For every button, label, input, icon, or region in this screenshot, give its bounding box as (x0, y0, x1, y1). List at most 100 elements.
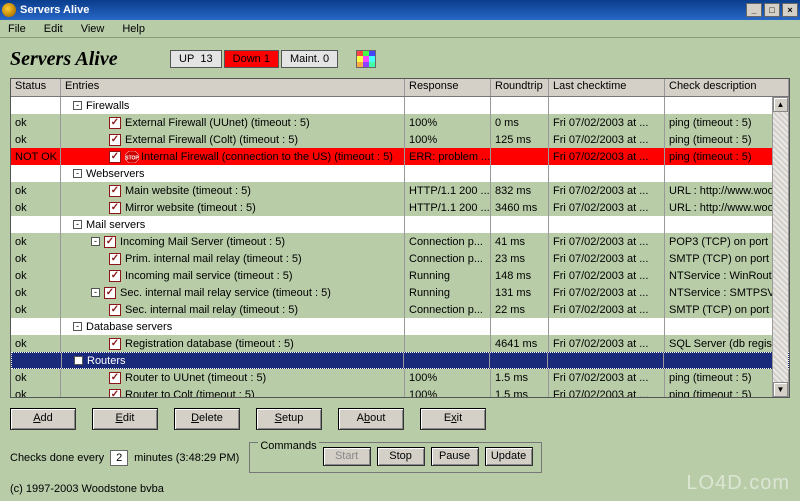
response-cell (404, 353, 490, 368)
stop-button[interactable]: Stop (377, 447, 425, 466)
menu-edit[interactable]: Edit (40, 22, 67, 36)
brand-title: Servers Alive (10, 48, 160, 71)
entry-name: Internal Firewall (connection to the US)… (141, 151, 393, 163)
menubar: File Edit View Help (0, 20, 800, 38)
server-row[interactable]: ok✓Prim. internal mail relay (timeout : … (11, 250, 789, 267)
checktime-cell (549, 318, 665, 335)
roundtrip-cell (491, 318, 549, 335)
response-cell (405, 97, 491, 114)
close-button[interactable]: × (782, 3, 798, 17)
expander-icon[interactable]: - (91, 288, 100, 297)
checkbox-icon[interactable]: ✓ (109, 117, 121, 129)
checkbox-icon[interactable]: ✓ (109, 304, 121, 316)
checkbox-icon[interactable]: ✓ (109, 270, 121, 282)
grid-body[interactable]: -Firewallsok✓External Firewall (UUnet) (… (11, 97, 789, 397)
description-cell: URL : http://www.woo... (665, 199, 789, 216)
col-entries[interactable]: Entries (61, 79, 405, 96)
commands-fieldset: Commands Start Stop Pause Update (249, 442, 541, 473)
server-row[interactable]: ok✓Main website (timeout : 5)HTTP/1.1 20… (11, 182, 789, 199)
col-description[interactable]: Check description (665, 79, 789, 96)
checkbox-icon[interactable]: ✓ (109, 134, 121, 146)
roundtrip-cell (491, 216, 549, 233)
server-row[interactable]: ok✓External Firewall (UUnet) (timeout : … (11, 114, 789, 131)
checktime-cell: Fri 07/02/2003 at ... (549, 131, 665, 148)
expander-icon[interactable]: - (73, 101, 82, 110)
delete-button[interactable]: Delete (174, 408, 240, 430)
edit-button[interactable]: Edit (92, 408, 158, 430)
update-button[interactable]: Update (485, 447, 533, 466)
server-row[interactable]: ok✓Mirror website (timeout : 5)HTTP/1.1 … (11, 199, 789, 216)
status-cell: ok (11, 284, 61, 301)
expander-icon[interactable]: - (91, 237, 100, 246)
about-button[interactable]: About (338, 408, 404, 430)
checkbox-icon[interactable]: ✓ (109, 253, 121, 265)
server-row[interactable]: ok✓Router to UUnet (timeout : 5)100%1.5 … (11, 369, 789, 386)
entry-cell: ✓Incoming mail service (timeout : 5) (61, 267, 405, 284)
entry-cell: ✓Sec. internal mail relay (timeout : 5) (61, 301, 405, 318)
menu-view[interactable]: View (77, 22, 109, 36)
watermark: LO4D.com (686, 472, 790, 495)
roundtrip-cell: 41 ms (491, 233, 549, 250)
col-response[interactable]: Response (405, 79, 491, 96)
interval-input[interactable] (110, 450, 128, 466)
start-button[interactable]: Start (323, 447, 371, 466)
menu-help[interactable]: Help (118, 22, 149, 36)
stat-maint: Maint. 0 (281, 50, 338, 68)
col-roundtrip[interactable]: Roundtrip (491, 79, 549, 96)
group-row[interactable]: -Routers (11, 352, 789, 369)
group-row[interactable]: -Webservers (11, 165, 789, 182)
group-row[interactable]: -Database servers (11, 318, 789, 335)
server-row[interactable]: ok✓Incoming mail service (timeout : 5)Ru… (11, 267, 789, 284)
scroll-up-icon[interactable]: ▲ (773, 97, 788, 112)
description-cell (665, 97, 789, 114)
checkbox-icon[interactable]: ✓ (104, 287, 116, 299)
entry-name: Incoming Mail Server (timeout : 5) (120, 236, 285, 248)
server-row[interactable]: ok✓Router to Colt (timeout : 5)100%1.5 m… (11, 386, 789, 397)
expander-icon[interactable]: - (74, 356, 83, 365)
server-row[interactable]: ok✓External Firewall (Colt) (timeout : 5… (11, 131, 789, 148)
expander-icon[interactable]: - (73, 220, 82, 229)
checktime-cell: Fri 07/02/2003 at ... (549, 250, 665, 267)
checkbox-icon[interactable]: ✓ (109, 372, 121, 384)
group-row[interactable]: -Firewalls (11, 97, 789, 114)
minimize-button[interactable]: _ (746, 3, 762, 17)
pause-button[interactable]: Pause (431, 447, 479, 466)
checkbox-icon[interactable]: ✓ (109, 202, 121, 214)
roundtrip-cell: 1.5 ms (491, 386, 549, 397)
response-cell: 100% (405, 114, 491, 131)
response-cell: ERR: problem ... (405, 148, 491, 165)
setup-button[interactable]: Setup (256, 408, 322, 430)
group-row[interactable]: -Mail servers (11, 216, 789, 233)
grid-header: Status Entries Response Roundtrip Last c… (11, 79, 789, 97)
menu-file[interactable]: File (4, 22, 30, 36)
scroll-down-icon[interactable]: ▼ (773, 382, 788, 397)
status-cell: ok (11, 233, 61, 250)
description-cell: POP3 (TCP) on port 11... (665, 233, 789, 250)
col-checktime[interactable]: Last checktime (549, 79, 665, 96)
response-cell (405, 216, 491, 233)
entry-cell: ✓Mirror website (timeout : 5) (61, 199, 405, 216)
checkbox-icon[interactable]: ✓ (104, 236, 116, 248)
entry-name: Router to UUnet (timeout : 5) (125, 372, 266, 384)
server-row[interactable]: ok-✓Sec. internal mail relay service (ti… (11, 284, 789, 301)
col-status[interactable]: Status (11, 79, 61, 96)
expander-icon[interactable]: - (73, 169, 82, 178)
maximize-button[interactable]: □ (764, 3, 780, 17)
entry-cell: ✓Router to Colt (timeout : 5) (61, 386, 405, 397)
server-row[interactable]: ok✓Registration database (timeout : 5)46… (11, 335, 789, 352)
server-row[interactable]: NOT OK✓STOPInternal Firewall (connection… (11, 148, 789, 165)
server-row[interactable]: ok-✓Incoming Mail Server (timeout : 5)Co… (11, 233, 789, 250)
expander-icon[interactable]: - (73, 322, 82, 331)
server-row[interactable]: ok✓Sec. internal mail relay (timeout : 5… (11, 301, 789, 318)
checkbox-icon[interactable]: ✓ (109, 338, 121, 350)
checkbox-icon[interactable]: ✓ (109, 185, 121, 197)
checkbox-icon[interactable]: ✓ (109, 389, 121, 398)
exit-button[interactable]: Exit (420, 408, 486, 430)
checktime-cell: Fri 07/02/2003 at ... (549, 148, 665, 165)
color-grid-icon[interactable] (356, 50, 376, 68)
checkbox-icon[interactable]: ✓ (109, 151, 121, 163)
scrollbar[interactable]: ▲ ▼ (772, 97, 788, 397)
status-cell: ok (11, 369, 61, 386)
entry-cell: -Routers (62, 353, 404, 368)
add-button[interactable]: Add (10, 408, 76, 430)
